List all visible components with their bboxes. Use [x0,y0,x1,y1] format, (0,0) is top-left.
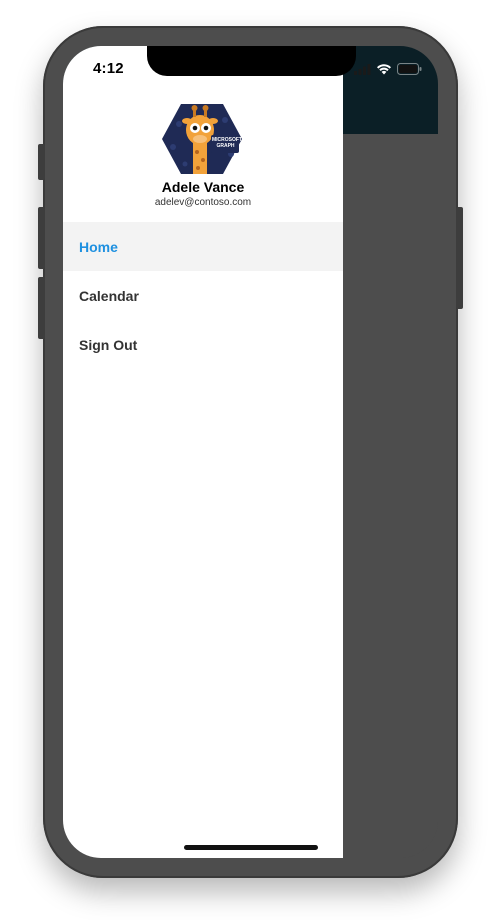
device-notch [147,46,356,76]
battery-icon [397,63,422,75]
power-button [456,207,463,309]
volume-down-button [38,277,45,339]
avatar-badge-text: MICROSOFT GRAPH [212,137,242,149]
user-avatar: MICROSOFT GRAPH [161,102,243,176]
menu-item-sign-out[interactable]: Sign Out [63,320,343,369]
user-email: adelev@contoso.com [154,197,252,208]
menu-item-home[interactable]: Home [63,222,343,271]
drawer-menu: Home Calendar Sign Out [63,222,343,369]
wifi-icon [377,64,391,75]
mute-switch [38,144,45,180]
volume-up-button [38,207,45,269]
status-bar-time: 4:12 [93,60,124,77]
signal-icon [354,63,371,75]
menu-item-calendar[interactable]: Calendar [63,271,343,320]
user-name: Adele Vance [161,179,245,195]
phone-screen: MICROSOFT GRAPH Adele Vance adelev@conto… [63,46,438,858]
home-indicator[interactable] [184,845,318,850]
navigation-drawer: MICROSOFT GRAPH Adele Vance adelev@conto… [63,46,343,858]
status-bar-icons [354,63,422,75]
